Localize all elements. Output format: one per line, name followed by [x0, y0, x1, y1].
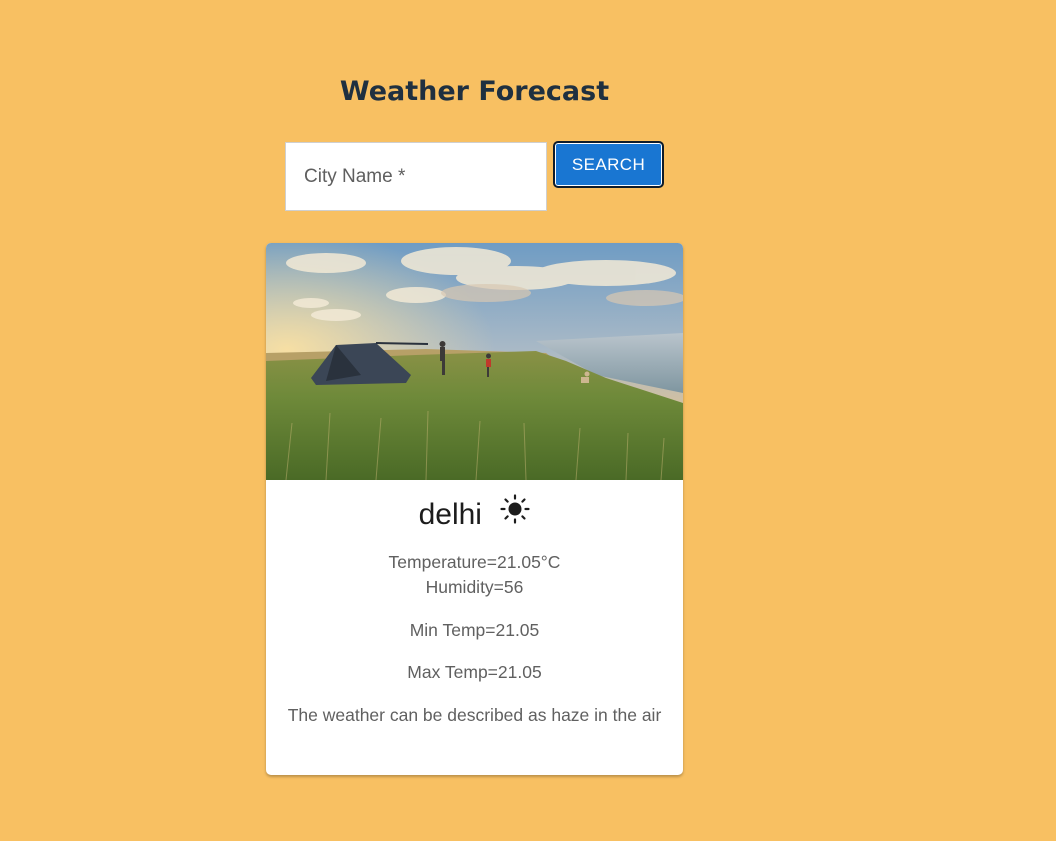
page-title: Weather Forecast [339, 76, 610, 107]
city-name: delhi [418, 498, 482, 531]
humidity-text: Humidity=56 [425, 577, 524, 597]
city-row: delhi [266, 494, 683, 538]
landscape-image [266, 243, 683, 480]
max-temp-text: Max Temp=21.05 [407, 662, 542, 682]
weather-description: The weather can be described as haze in … [287, 705, 662, 725]
sun-icon [500, 494, 531, 524]
temperature-text: Temperature=21.05°C [388, 552, 561, 572]
city-name-input[interactable] [285, 142, 547, 211]
search-button[interactable]: SEARCH [553, 141, 664, 188]
weather-app: Weather Forecast SEARCH [0, 0, 1056, 841]
min-temp-text: Min Temp=21.05 [409, 620, 540, 640]
weather-card: delhi Temperature=21.05°C Humidity=56 Mi… [266, 243, 683, 775]
